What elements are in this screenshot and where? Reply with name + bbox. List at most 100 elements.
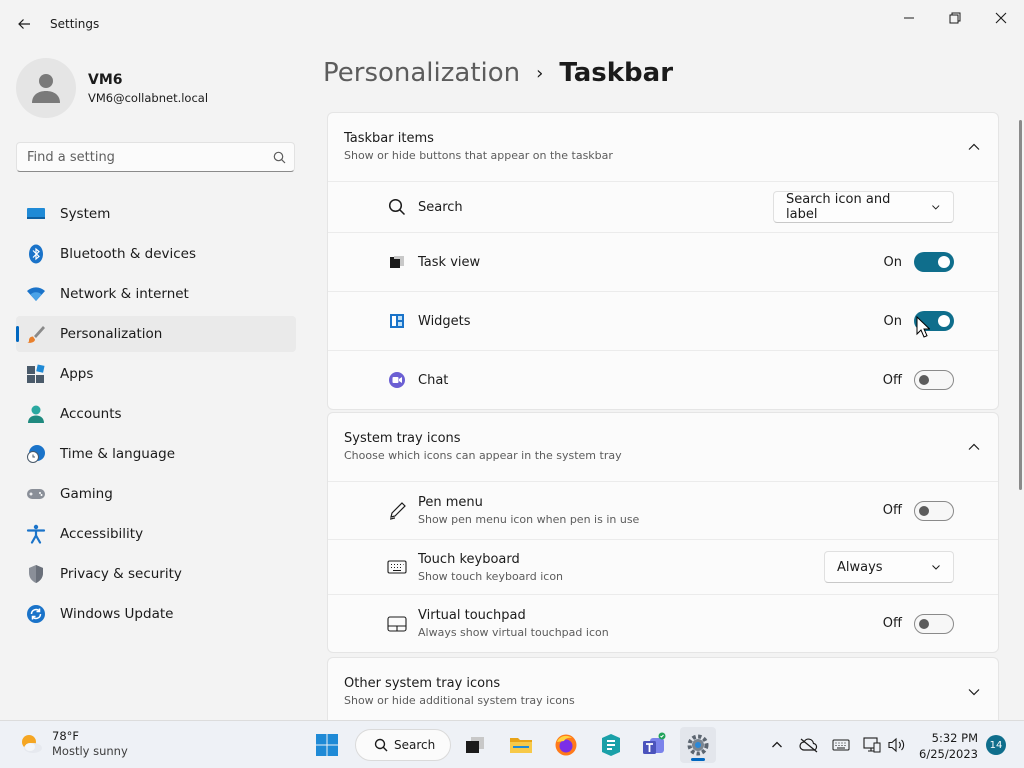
toggle-state: Off [882,616,902,631]
close-icon [995,12,1007,24]
close-button[interactable] [978,4,1024,32]
sidebar-item-system[interactable]: System [16,196,296,232]
row-virtual-touchpad: Virtual touchpad Always show virtual tou… [328,594,998,652]
chevron-down-icon [932,565,940,570]
folder-icon [510,738,532,753]
row-label: Chat [418,372,449,388]
breadcrumb: Personalization › Taskbar [323,58,673,88]
taskbar-search-button[interactable]: Search [355,729,451,761]
other-tray-header[interactable]: Other system tray icons Show or hide add… [328,658,998,720]
row-chat: Chat Off [328,350,998,409]
chat-toggle[interactable] [914,370,954,390]
onedrive-tray-icon[interactable] [799,735,819,755]
clock[interactable]: 5:32 PM 6/25/2023 [916,730,978,762]
row-touch-keyboard: Touch keyboard Show touch keyboard icon … [328,539,998,594]
teams-button[interactable] [636,727,672,763]
sidebar-item-label: Apps [60,366,94,382]
search-icon [374,738,388,752]
section-title: System tray icons [344,431,461,446]
sidebar-item-label: Time & language [60,446,176,462]
chevron-down-icon[interactable] [966,684,982,700]
section-subtitle: Show or hide additional system tray icon… [344,694,575,707]
restore-icon [949,12,961,24]
clock-time: 5:32 PM [931,731,978,745]
settings-taskbar-button[interactable] [680,727,716,763]
widgets-icon [386,310,408,332]
keyboard-icon [832,739,850,751]
start-button[interactable] [309,727,345,763]
windows-logo-icon [316,734,338,756]
network-tray-icon[interactable] [862,735,882,755]
taskbar-search-label: Search [394,738,436,752]
sidebar-item-accessibility[interactable]: Accessibility [16,516,296,552]
firefox-button[interactable] [548,727,584,763]
notification-badge[interactable]: 14 [986,735,1006,755]
toggle-state: Off [882,503,902,518]
volume-tray-icon[interactable] [886,735,906,755]
task-view-icon [386,251,408,273]
sidebar-item-gaming[interactable]: Gaming [16,476,296,512]
sidebar-item-network[interactable]: Network & internet [16,276,296,312]
chevron-up-icon[interactable] [966,439,982,455]
sidebar-item-time-language[interactable]: Time & language [16,436,296,472]
section-title: Other system tray icons [344,676,501,691]
search-mode-dropdown[interactable]: Search icon and label [773,191,954,223]
minimize-button[interactable] [886,4,932,32]
sidebar-item-apps[interactable]: Apps [16,356,296,392]
back-arrow-icon [18,19,30,29]
section-title: Taskbar items [344,131,434,146]
breadcrumb-parent[interactable]: Personalization [323,58,520,88]
sidebar-item-windows-update[interactable]: Windows Update [16,596,296,632]
user-profile[interactable]: VM6 VM6@collabnet.local [16,58,208,118]
weather-widget[interactable]: 78°F Mostly sunny [18,729,128,759]
chevron-up-icon[interactable] [966,139,982,155]
taskbar-items-header[interactable]: Taskbar items Show or hide buttons that … [328,113,998,181]
find-setting-input[interactable] [27,149,273,165]
sidebar-item-label: Privacy & security [60,566,182,582]
row-label: Touch keyboard [418,551,520,567]
app-button[interactable] [593,727,629,763]
taskbar-items-card: Taskbar items Show or hide buttons that … [327,112,999,410]
page-title: Taskbar [559,58,674,88]
back-button[interactable] [10,10,38,38]
toggle-state: On [883,313,902,329]
restore-button[interactable] [932,4,978,32]
weather-description: Mostly sunny [52,744,128,758]
sidebar-item-personalization[interactable]: Personalization [16,316,296,352]
find-setting-box[interactable] [16,142,295,172]
virtual-touchpad-toggle[interactable] [914,613,954,634]
row-search: Search Search icon and label [328,181,998,232]
touchpad-icon [386,613,408,635]
system-tray-header[interactable]: System tray icons Choose which icons can… [328,413,998,481]
firefox-icon [555,734,577,756]
dropdown-value: Always [837,559,883,575]
mouse-cursor-icon [916,316,930,338]
touch-keyboard-dropdown[interactable]: Always [824,551,954,583]
active-app-indicator [691,758,705,761]
sidebar-item-label: Accounts [60,406,122,422]
sidebar-item-label: Personalization [60,326,163,342]
profile-name: VM6 [88,71,123,88]
search-icon[interactable] [273,151,286,164]
scrollbar[interactable] [1019,120,1022,490]
network-monitor-icon [863,737,881,753]
show-hidden-icons-button[interactable] [767,735,787,755]
row-label: Widgets [418,313,471,329]
sidebar-item-label: Bluetooth & devices [60,246,197,262]
cloud-offline-icon [799,738,818,753]
task-view-toggle[interactable] [914,252,954,272]
profile-email: VM6@collabnet.local [88,90,209,105]
keyboard-tray-icon[interactable] [831,735,851,755]
os-taskbar: 78°F Mostly sunny Search 5:32 PM 6/25/20… [0,720,1024,768]
dropdown-value: Search icon and label [786,192,891,222]
file-explorer-button[interactable] [503,727,539,763]
pen-menu-toggle[interactable] [914,500,954,521]
task-view-button[interactable] [457,727,493,763]
globe-clock-icon [26,444,46,464]
sync-app-icon [602,734,620,756]
sidebar-item-bluetooth[interactable]: Bluetooth & devices [16,236,296,272]
weather-temperature: 78°F [52,729,79,743]
sidebar-item-accounts[interactable]: Accounts [16,396,296,432]
sidebar-item-privacy[interactable]: Privacy & security [16,556,296,592]
gear-icon [687,734,709,756]
